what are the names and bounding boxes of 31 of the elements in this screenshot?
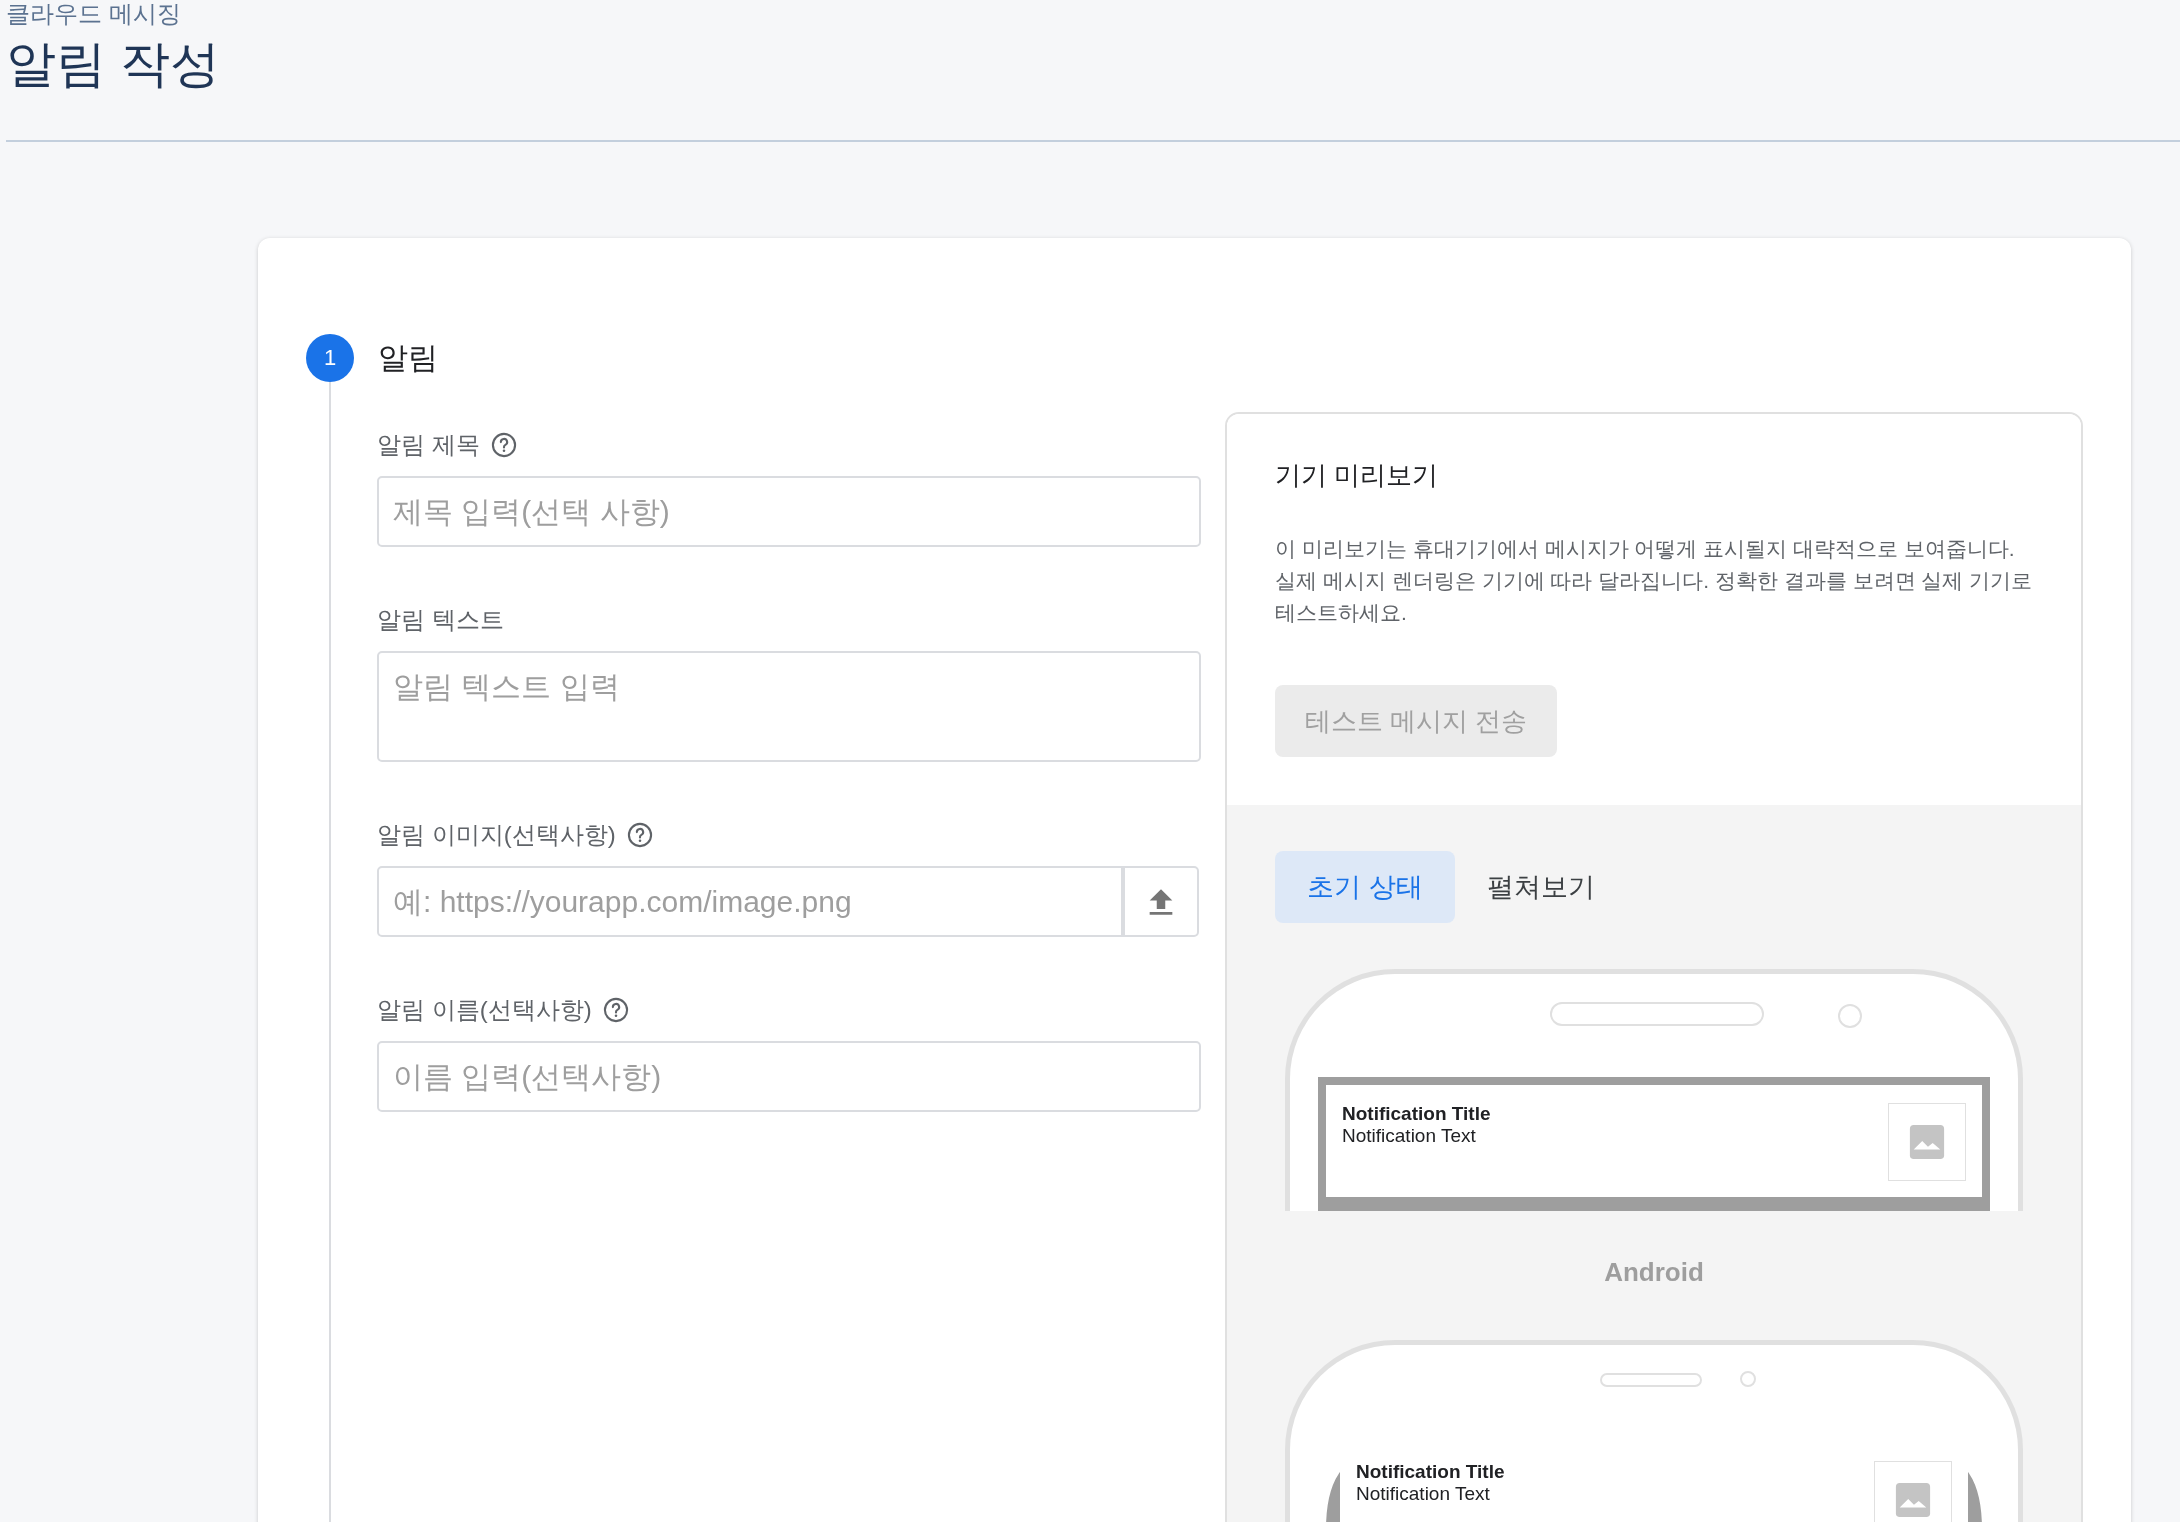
speaker-icon <box>1600 1373 1702 1387</box>
field-label: 알림 텍스트 <box>377 605 504 635</box>
field-label: 알림 이름(선택사항) <box>377 995 592 1025</box>
upload-button[interactable] <box>1121 866 1199 937</box>
camera-icon <box>1740 1371 1756 1387</box>
field-label: 알림 이미지(선택사항) <box>377 820 616 850</box>
help-icon[interactable] <box>489 431 518 459</box>
text-input-field[interactable]: 제목 입력(선택 사항) <box>377 476 1201 547</box>
field-label: 알림 제목 <box>377 430 480 460</box>
notification-text: Notification Text <box>1342 1125 1476 1147</box>
help-icon[interactable] <box>625 821 654 849</box>
camera-icon <box>1838 1004 1862 1028</box>
page-title: 알림 작성 <box>6 35 220 94</box>
breadcrumb[interactable]: 클라우드 메시징 <box>6 0 181 28</box>
step-title: 알림 <box>378 339 438 376</box>
preview-tab[interactable]: 초기 상태 <box>1275 851 1455 923</box>
text-input-field[interactable]: 이름 입력(선택사항) <box>377 1041 1201 1112</box>
help-icon[interactable] <box>601 996 630 1024</box>
step-number-badge: 1 <box>306 334 354 382</box>
image-icon <box>1894 1481 1932 1519</box>
preview-title: 기기 미리보기 <box>1275 459 1440 492</box>
url-input-field[interactable]: 예: https://yourapp.com/image.png <box>377 866 1123 937</box>
preview-description: 이 미리보기는 휴대기기에서 메시지가 어떻게 표시될지 대략적으로 보여줍니다. 실제 메시지 렌더링은 기기에 따라 달라집니다. 정확한 결과를 보려면 실제 기기로 테스트하세요. <box>1275 536 2033 626</box>
notification-text: Notification Text <box>1356 1483 1490 1505</box>
notification-title: Notification Title <box>1356 1461 1505 1483</box>
image-icon <box>1908 1123 1946 1161</box>
device-label: Android <box>1604 1257 1704 1288</box>
notification-title: Notification Title <box>1342 1103 1491 1125</box>
preview-tab[interactable]: 펼쳐보기 <box>1454 851 1627 923</box>
textarea-field[interactable]: 알림 텍스트 입력 <box>377 651 1201 762</box>
speaker-icon <box>1550 1002 1764 1026</box>
